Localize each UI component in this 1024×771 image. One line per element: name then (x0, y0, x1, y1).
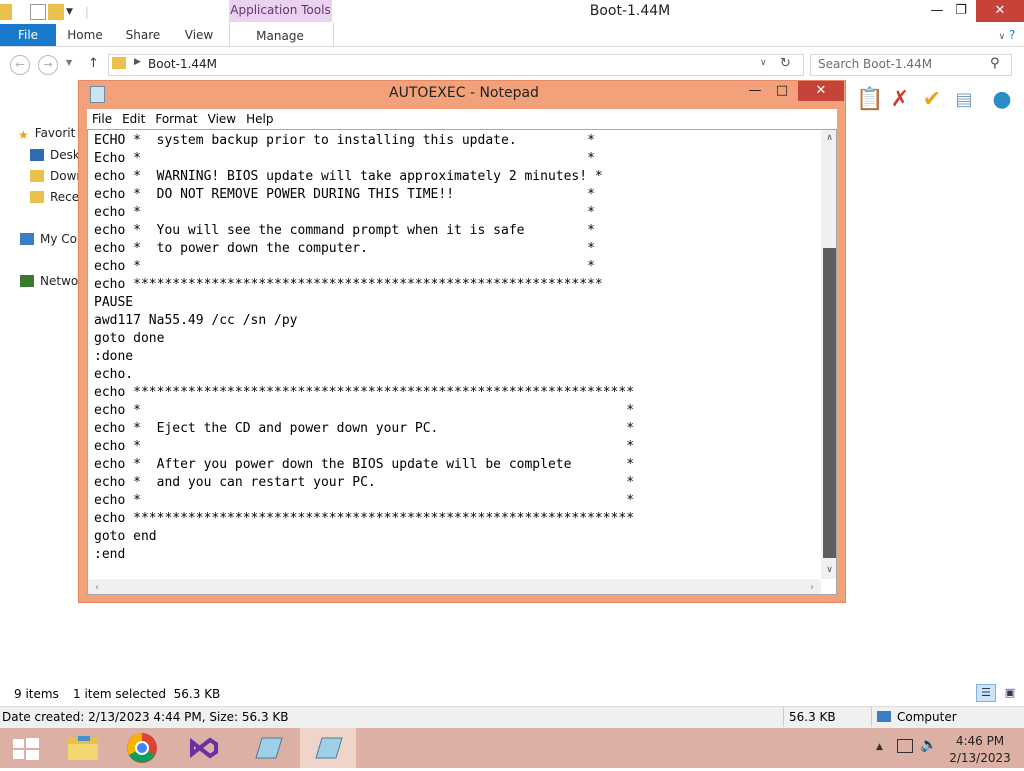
breadcrumb[interactable]: Boot-1.44M (148, 57, 217, 71)
menu-edit[interactable]: Edit (117, 109, 150, 129)
recent-places-icon (30, 191, 44, 203)
back-icon[interactable]: ← (10, 55, 30, 75)
properties-icon[interactable]: ● (990, 88, 1014, 112)
search-placeholder: Search Boot-1.44M (818, 57, 933, 71)
taskbar-file-explorer[interactable] (56, 728, 112, 768)
vertical-scrollbar[interactable]: ∧ ∨ (821, 130, 836, 579)
clipboard-icon[interactable]: 📋 (856, 88, 883, 112)
folder-icon[interactable] (0, 4, 12, 20)
network-icon (20, 275, 34, 287)
tab-manage[interactable]: Manage (252, 25, 308, 47)
details-size: 56.3 KB (789, 710, 836, 724)
notepad-window: AUTOEXEC - Notepad — □ ✕ File Edit Format V… (78, 80, 846, 603)
properties-icon[interactable] (30, 4, 46, 20)
maximize-button[interactable]: ❐ (946, 0, 976, 22)
nav-item-downloads[interactable]: Down (30, 167, 84, 185)
clock-time[interactable]: 4:46 PM (950, 734, 1010, 748)
chrome-icon (127, 733, 157, 763)
menu-view[interactable]: View (203, 109, 241, 129)
desktop-icon (30, 149, 44, 161)
scroll-right-icon[interactable]: › (805, 579, 819, 594)
tab-file[interactable]: File (0, 24, 56, 46)
folder-icon (112, 57, 126, 69)
star-icon: ★ (18, 128, 29, 142)
scroll-down-icon[interactable]: ∨ (821, 562, 836, 578)
notepad-content[interactable]: ECHO * system backup prior to installing… (94, 132, 634, 564)
tab-view[interactable]: View (176, 24, 222, 46)
computer-icon (20, 233, 34, 245)
menu-help[interactable]: Help (241, 109, 278, 129)
visual-studio-icon (190, 737, 218, 759)
help-icon[interactable]: ? (1009, 28, 1015, 42)
notepad-icon (315, 737, 343, 759)
notepad-text-area[interactable]: ECHO * system backup prior to installing… (87, 129, 837, 595)
computer-icon (877, 711, 891, 722)
close-button[interactable]: ✕ (976, 0, 1024, 22)
volume-icon[interactable]: 🔈 (920, 737, 937, 753)
ribbon-help-area[interactable]: ∨ ? (992, 24, 1022, 46)
checkmark-icon[interactable]: ✔ (920, 88, 944, 112)
menu-format[interactable]: Format (150, 109, 202, 129)
refresh-icon[interactable]: ↻ (780, 56, 791, 71)
taskbar-chrome[interactable] (114, 728, 170, 768)
search-icon[interactable]: ⚲ (990, 56, 1000, 71)
file-explorer-icon (68, 736, 98, 760)
nav-item-desktop[interactable]: Deskt (30, 146, 85, 164)
application-tools-label: Application Tools (229, 0, 332, 22)
scrollbar-thumb[interactable] (823, 248, 836, 558)
maximize-button[interactable]: □ (769, 81, 795, 101)
large-icons-view-icon[interactable]: ▣ (1000, 684, 1020, 702)
details-view-icon[interactable]: ☰ (976, 684, 996, 702)
horizontal-scrollbar[interactable]: ‹ › (88, 579, 821, 594)
downloads-icon (30, 170, 44, 182)
explorer-window-title: Boot-1.44M (589, 3, 671, 19)
taskbar-notepad-active[interactable] (300, 728, 356, 768)
notepad-icon (255, 737, 283, 759)
nav-item-network[interactable]: Networ (20, 272, 83, 290)
details-location: Computer (897, 710, 957, 724)
notepad-icon[interactable] (90, 86, 105, 103)
expand-ribbon-icon[interactable]: ∨ (999, 32, 1006, 42)
selection-info: 1 item selected 56.3 KB (73, 687, 221, 701)
start-icon (13, 738, 39, 760)
clock-date[interactable]: 2/13/2023 (944, 751, 1016, 765)
address-dropdown-icon[interactable]: ∨ (760, 58, 767, 68)
nav-item-recent[interactable]: Recer (30, 188, 84, 206)
notepad-title: AUTOEXEC - Notepad (389, 85, 539, 101)
network-icon[interactable] (897, 739, 913, 753)
taskbar-notepad[interactable] (240, 728, 296, 768)
taskbar-visual-studio[interactable] (176, 728, 232, 768)
notepad-menu-bar: File Edit Format View Help (87, 109, 837, 129)
nav-item-my-computer[interactable]: My Co (20, 230, 77, 248)
recent-locations-icon[interactable]: ▼ (66, 58, 72, 67)
show-hidden-icons-icon[interactable]: ▲ (876, 742, 883, 752)
rename-icon[interactable]: ▤ (952, 88, 976, 112)
details-divider (871, 707, 872, 727)
tab-home[interactable]: Home (62, 24, 108, 46)
scroll-up-icon[interactable]: ∧ (821, 130, 836, 146)
item-count: 9 items (14, 687, 59, 701)
up-icon[interactable]: ↑ (88, 56, 99, 71)
scroll-left-icon[interactable]: ‹ (90, 579, 104, 594)
menu-file[interactable]: File (87, 109, 117, 129)
nav-item-favorites[interactable]: ★ Favorit (18, 124, 75, 142)
details-text: Date created: 2/13/2023 4:44 PM, Size: 5… (2, 710, 289, 724)
taskbar: ▲ 🔈 (0, 728, 1024, 768)
explorer-title-bar (0, 0, 1024, 24)
tab-share[interactable]: Share (120, 24, 166, 46)
breadcrumb-chevron-icon[interactable]: ▶ (134, 57, 141, 67)
new-folder-icon[interactable] (48, 4, 64, 20)
forward-icon[interactable]: → (38, 55, 58, 75)
delete-icon[interactable]: ✗ (888, 88, 912, 112)
start-button[interactable] (0, 728, 56, 768)
quick-access-toolbar: ▼ | (0, 0, 89, 24)
details-divider (783, 707, 784, 727)
minimize-button[interactable]: — (743, 81, 767, 101)
close-button[interactable]: ✕ (798, 81, 844, 101)
customize-qat-icon[interactable]: ▼ (66, 7, 73, 17)
